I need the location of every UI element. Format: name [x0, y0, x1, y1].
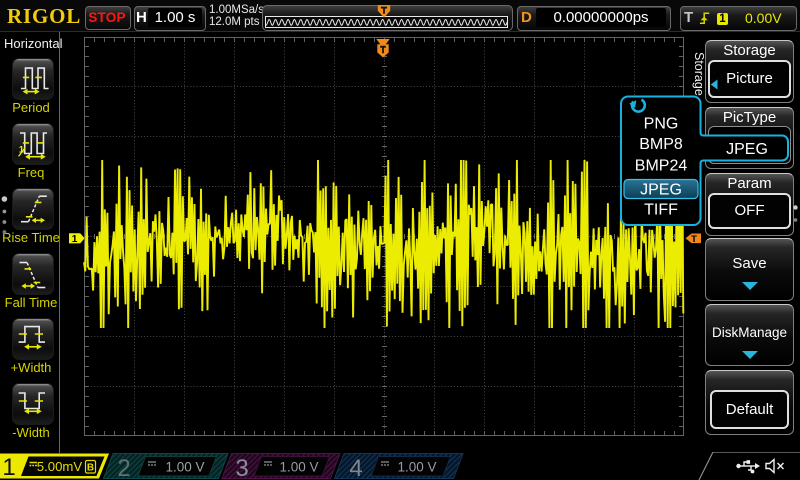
svg-text:5.00mV: 5.00mV	[37, 459, 83, 474]
svg-text:TIFF: TIFF	[644, 202, 678, 219]
svg-text:4: 4	[349, 455, 362, 480]
svg-text:2: 2	[117, 455, 130, 480]
svg-text:3: 3	[235, 455, 248, 480]
svg-text:B: B	[87, 462, 94, 473]
svg-text:1.00 V: 1.00 V	[279, 460, 318, 475]
svg-text:JPEG: JPEG	[640, 182, 682, 199]
svg-text:1: 1	[2, 454, 15, 480]
svg-text:PNG: PNG	[644, 116, 679, 133]
svg-text:BMP8: BMP8	[639, 136, 683, 153]
svg-text:1.00 V: 1.00 V	[397, 460, 436, 475]
svg-text:1.00 V: 1.00 V	[165, 460, 204, 475]
svg-text:JPEG: JPEG	[726, 141, 768, 158]
svg-text:BMP24: BMP24	[635, 158, 688, 175]
